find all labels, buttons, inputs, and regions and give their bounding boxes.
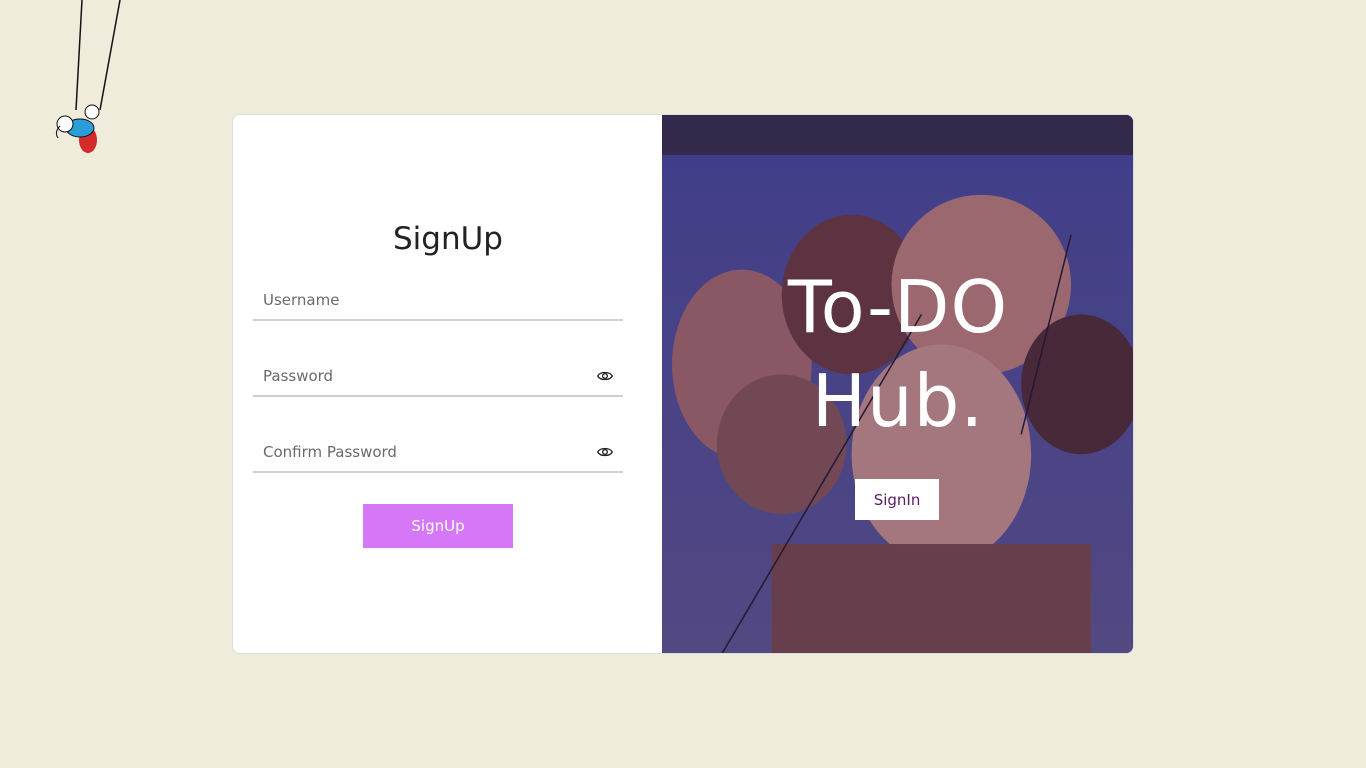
username-field-wrapper xyxy=(253,281,623,321)
hero-panel: To-DO Hub. SignIn xyxy=(662,115,1133,653)
auth-card: SignUp SignUp xyxy=(232,114,1134,654)
signin-button[interactable]: SignIn xyxy=(855,479,940,520)
username-field[interactable] xyxy=(253,281,623,319)
confirm-password-field[interactable] xyxy=(253,433,623,471)
brand-line-2: Hub. xyxy=(811,359,985,443)
form-title: SignUp xyxy=(393,221,503,257)
brand-line-1: To-DO xyxy=(787,265,1009,349)
password-field-wrapper xyxy=(253,357,623,397)
swing-illustration xyxy=(55,0,121,153)
signup-button[interactable]: SignUp xyxy=(363,504,513,548)
brand-title: To-DO Hub. xyxy=(662,260,1133,448)
eye-icon[interactable] xyxy=(597,444,613,460)
signup-form: SignUp SignUp xyxy=(233,115,663,653)
confirm-password-field-wrapper xyxy=(253,433,623,473)
eye-icon[interactable] xyxy=(597,368,613,384)
password-field[interactable] xyxy=(253,357,623,395)
page: SignUp SignUp xyxy=(0,0,1366,768)
